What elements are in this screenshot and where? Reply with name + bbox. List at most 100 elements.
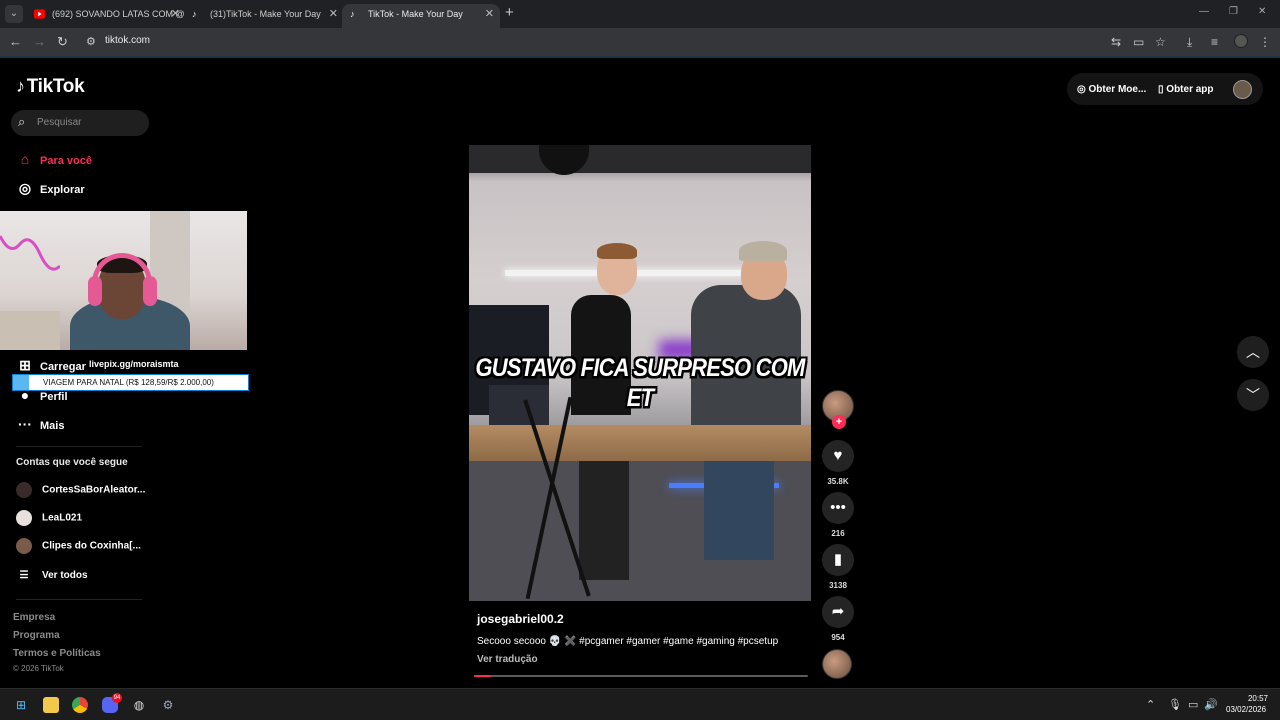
list-icon: ☰ <box>19 570 29 581</box>
comment-button[interactable]: ••• <box>822 492 854 524</box>
network-icon[interactable]: ▭ <box>1188 698 1198 711</box>
see-translation-link[interactable]: Ver tradução <box>477 654 538 665</box>
close-icon[interactable]: ✕ <box>485 4 494 24</box>
tab-title: (31)TikTok - Make Your Day <box>210 9 321 19</box>
next-video-button[interactable]: ﹀ <box>1237 379 1269 411</box>
windows-start-icon[interactable]: ⊞ <box>13 697 29 713</box>
footer-link-company[interactable]: Empresa <box>13 612 55 623</box>
tab-youtube[interactable]: (692) SOVANDO LATAS COM @ ✕ <box>26 4 186 28</box>
phone-icon: ▯ <box>1158 84 1164 95</box>
avatar <box>16 510 32 526</box>
video-author[interactable]: josegabriel00.2 <box>477 612 564 626</box>
sidebar-item-for-you[interactable]: ⌂ Para você <box>16 151 92 167</box>
tab-tiktok-active[interactable]: ♪ TikTok - Make Your Day ✕ <box>342 4 500 28</box>
media-icon[interactable]: ≡ <box>1211 35 1218 49</box>
get-app-button[interactable]: ▯ Obter app <box>1158 84 1214 95</box>
back-icon[interactable]: ← <box>9 34 22 49</box>
footer-link-program[interactable]: Programa <box>13 630 60 641</box>
site-info-icon[interactable]: ⚙ <box>86 35 96 48</box>
bookmark-star-icon[interactable]: ☆ <box>1155 35 1166 49</box>
restore-button[interactable]: ❐ <box>1229 6 1238 17</box>
tray-chevron-up-icon[interactable]: ⌃ <box>1146 698 1155 711</box>
reload-icon[interactable]: ↻ <box>57 34 68 50</box>
follow-plus-icon[interactable]: + <box>832 415 846 429</box>
minimize-button[interactable]: — <box>1199 6 1209 17</box>
save-button[interactable]: ▮ <box>822 544 854 576</box>
previous-video-button[interactable]: ︿ <box>1237 336 1269 368</box>
bookmark-icon: ▮ <box>833 551 843 568</box>
music-disc-avatar[interactable] <box>822 649 852 679</box>
donation-progress-fill <box>13 375 29 390</box>
save-count: 3138 <box>829 581 847 590</box>
wall-decoration <box>0 235 60 271</box>
close-icon[interactable]: ✕ <box>329 4 338 24</box>
chevron-down-icon: ﹀ <box>1246 387 1260 403</box>
avatar <box>16 482 32 498</box>
browser-profile-avatar[interactable] <box>1234 34 1248 48</box>
followed-account[interactable]: Clipes do Coxinha[... <box>16 538 141 554</box>
microphone-icon[interactable]: 🎙 <box>1168 698 1182 711</box>
clock-time[interactable]: 20:57 <box>1243 694 1268 703</box>
browser-toolbar: ← → ↻ ⚙ tiktok.com ⇆ ▭ ☆ ⤓ ≡ ⋮ <box>0 28 1280 56</box>
like-count: 35.8K <box>827 477 849 486</box>
coin-icon: ◎ <box>1077 84 1086 95</box>
tiktok-icon: ♪ <box>192 9 197 19</box>
forward-icon[interactable]: → <box>33 34 46 49</box>
sidebar-item-upload[interactable]: ⊞ Carregar <box>16 357 86 374</box>
donation-goal-text: VIAGEM PARA NATAL (R$ 128,59/R$ 2.000,00… <box>43 378 214 387</box>
obs-icon[interactable]: ◍ <box>131 697 147 713</box>
close-icon[interactable]: ✕ <box>171 4 180 24</box>
get-coins-button[interactable]: ◎ Obter Moe... <box>1077 84 1146 95</box>
divider <box>16 446 142 447</box>
chevron-up-icon: ︿ <box>1246 344 1260 360</box>
translate-icon[interactable]: ⇆ <box>1111 35 1121 49</box>
home-icon: ⌂ <box>20 151 30 167</box>
browser-menu-icon[interactable]: ⋮ <box>1259 35 1271 49</box>
volume-icon[interactable]: 🔊 <box>1204 698 1218 711</box>
video-player[interactable]: GUSTAVO FICA SURPRESO COM ET <box>469 145 811 601</box>
donation-url: livepix.gg/moraismta <box>89 359 179 369</box>
search-input[interactable]: ⌕ Pesquisar <box>11 110 149 136</box>
avatar <box>16 538 32 554</box>
browser-tab-strip: ⌄ (692) SOVANDO LATAS COM @ ✕ ♪ (31)TikT… <box>0 0 1280 28</box>
download-icon[interactable]: ⤓ <box>1187 35 1192 50</box>
tab-tiktok-1[interactable]: ♪ (31)TikTok - Make Your Day ✕ <box>184 4 344 28</box>
cast-icon[interactable]: ▭ <box>1133 35 1144 49</box>
address-bar[interactable]: ⚙ tiktok.com <box>80 31 1180 53</box>
notification-badge: 94 <box>112 693 122 703</box>
share-button[interactable]: ➦ <box>822 596 854 628</box>
share-arrow-icon: ➦ <box>831 603 845 620</box>
creator-avatar[interactable]: + <box>822 390 854 429</box>
settings-gear-icon[interactable]: ⚙ <box>160 697 176 713</box>
search-icon: ⌕ <box>18 114 26 129</box>
like-button[interactable]: ♥ <box>822 440 854 472</box>
donation-goal-bar: VIAGEM PARA NATAL (R$ 128,59/R$ 2.000,00… <box>12 374 249 391</box>
copyright: © 2026 TikTok <box>13 664 64 673</box>
tab-title: (692) SOVANDO LATAS COM @ <box>52 9 185 19</box>
share-count: 954 <box>831 633 845 642</box>
tiktok-icon: ♪ <box>16 76 25 96</box>
url-text[interactable]: tiktok.com <box>105 35 150 46</box>
clock-date[interactable]: 03/02/2026 <box>1226 705 1266 714</box>
video-description: Secooo secooo 💀 ✖️ #pcgamer #gamer #game… <box>477 636 779 647</box>
sidebar-item-explore[interactable]: ◎ Explorar <box>16 180 85 197</box>
user-avatar[interactable] <box>1233 80 1252 99</box>
tiktok-icon: ♪ <box>350 9 355 19</box>
tab-search-button[interactable]: ⌄ <box>5 5 23 23</box>
close-window-button[interactable]: ✕ <box>1258 6 1266 17</box>
more-dots-icon: ··· <box>18 416 32 432</box>
file-explorer-icon[interactable] <box>43 697 59 713</box>
compass-icon: ◎ <box>18 180 32 196</box>
tiktok-logo[interactable]: ♪ TikTok <box>16 76 85 98</box>
streamer-webcam-overlay <box>0 211 247 350</box>
chrome-icon[interactable] <box>72 697 88 713</box>
see-all-link[interactable]: ☰ Ver todos <box>16 570 88 581</box>
footer-link-terms[interactable]: Termos e Políticas <box>13 648 101 659</box>
video-progress-fill <box>474 675 491 677</box>
sidebar-item-more[interactable]: ··· Mais <box>16 416 64 432</box>
followed-account[interactable]: CortesSaBorAleator... <box>16 482 145 498</box>
search-placeholder: Pesquisar <box>37 117 82 128</box>
new-tab-button[interactable]: + <box>505 4 514 21</box>
followed-account[interactable]: LeaL021 <box>16 510 82 526</box>
video-progress-bar[interactable] <box>474 675 808 677</box>
